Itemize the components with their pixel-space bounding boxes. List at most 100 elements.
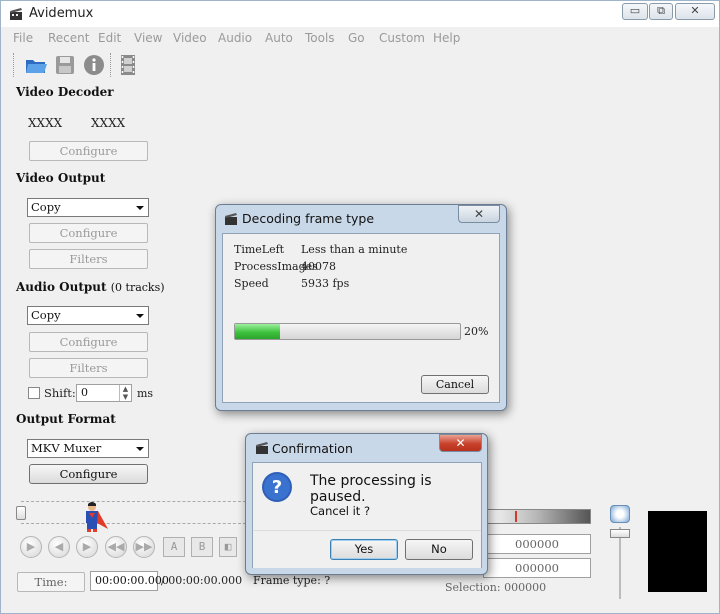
shift-unit: ms bbox=[137, 387, 154, 400]
timeline-slider-handle[interactable] bbox=[16, 506, 26, 520]
marker-a-icon: A bbox=[170, 540, 178, 553]
decoding-dialog: Decoding frame type ✕ TimeLeft Less than… bbox=[215, 204, 507, 411]
output-format-select[interactable]: MKV Muxer bbox=[27, 439, 149, 458]
close-icon: ✕ bbox=[690, 4, 700, 17]
video-configure-button[interactable]: Configure bbox=[29, 223, 148, 243]
timeleft-label: TimeLeft bbox=[234, 243, 285, 256]
rewind-icon: ◀◀ bbox=[107, 540, 125, 553]
menu-view[interactable]: View bbox=[134, 31, 162, 45]
shift-checkbox[interactable] bbox=[28, 387, 40, 399]
question-icon: ? bbox=[262, 472, 292, 502]
shift-spinner[interactable]: ▲ ▼ bbox=[119, 385, 131, 401]
decoding-cancel-button[interactable]: Cancel bbox=[421, 375, 489, 394]
processimages-value: 40078 bbox=[301, 260, 336, 273]
close-icon: ✕ bbox=[455, 436, 466, 450]
menu-custom[interactable]: Custom bbox=[379, 31, 425, 45]
open-folder-icon[interactable] bbox=[24, 53, 48, 77]
menu-auto[interactable]: Auto bbox=[265, 31, 293, 45]
menu-help[interactable]: Help bbox=[433, 31, 460, 45]
marker-a-field[interactable]: 000000 bbox=[483, 534, 591, 554]
play-icon: ▶ bbox=[26, 540, 36, 553]
video-output-selected: Copy bbox=[31, 200, 61, 214]
set-marker-b-button[interactable]: B bbox=[191, 537, 213, 557]
video-filters-button[interactable]: Filters bbox=[29, 249, 148, 269]
confirmation-message: The processing is paused. bbox=[310, 473, 432, 505]
time-button[interactable]: Time: bbox=[17, 572, 85, 592]
speed-value: 5933 fps bbox=[301, 277, 350, 290]
next-icon: ▶ bbox=[82, 540, 92, 553]
duration-label: / 00:00:00.000 bbox=[161, 574, 243, 587]
menu-go[interactable]: Go bbox=[348, 31, 365, 45]
marker-b-icon: B bbox=[198, 540, 206, 553]
selection-label: Selection: 000000 bbox=[445, 581, 547, 594]
menu-video[interactable]: Video bbox=[173, 31, 207, 45]
filmstrip-icon[interactable] bbox=[116, 53, 140, 77]
speaker-icon[interactable] bbox=[610, 505, 630, 523]
menu-recent[interactable]: Recent bbox=[48, 31, 89, 45]
marker-icon: ◧ bbox=[224, 540, 232, 553]
previous-frame-button[interactable]: ◀ bbox=[48, 536, 70, 558]
volume-meter bbox=[481, 509, 591, 524]
yes-button[interactable]: Yes bbox=[330, 539, 398, 560]
audio-tracks-note: (0 tracks) bbox=[110, 281, 165, 294]
decoder-codec-b: XXXX bbox=[91, 116, 126, 130]
volume-meter-indicator bbox=[515, 511, 517, 522]
decoder-configure-button[interactable]: Configure bbox=[29, 141, 148, 161]
confirmation-close-button[interactable]: ✕ bbox=[439, 434, 482, 452]
audio-output-select[interactable]: Copy bbox=[27, 306, 149, 325]
minimize-button[interactable]: ▭ bbox=[622, 3, 648, 20]
title-bar: Avidemux ▭ ⧉ ✕ bbox=[1, 1, 719, 27]
menu-edit[interactable]: Edit bbox=[98, 31, 121, 45]
decoding-dialog-title: Decoding frame type bbox=[242, 211, 375, 226]
decoding-dialog-body: TimeLeft Less than a minute ProcessImage… bbox=[222, 233, 500, 403]
svg-text:?: ? bbox=[272, 477, 282, 498]
next-frame-button[interactable]: ▶ bbox=[76, 536, 98, 558]
minimize-icon: ▭ bbox=[629, 4, 641, 17]
set-marker-a-button[interactable]: A bbox=[163, 537, 185, 557]
no-button[interactable]: No bbox=[405, 539, 473, 560]
output-format-selected: MKV Muxer bbox=[31, 441, 102, 455]
audio-configure-button[interactable]: Configure bbox=[29, 332, 148, 352]
confirmation-question: Cancel it ? bbox=[310, 504, 371, 518]
confirmation-dialog: Confirmation ✕ ? The processing is pause… bbox=[245, 433, 488, 575]
goto-marker-button[interactable]: ◧ bbox=[219, 537, 237, 557]
menu-audio[interactable]: Audio bbox=[218, 31, 252, 45]
chevron-down-icon bbox=[136, 314, 144, 318]
info-icon[interactable] bbox=[82, 53, 106, 77]
toolbar-separator bbox=[110, 53, 112, 77]
menu-file[interactable]: File bbox=[13, 31, 33, 45]
close-button[interactable]: ✕ bbox=[675, 3, 715, 20]
shift-label: Shift: bbox=[44, 386, 76, 400]
frame-type-label: Frame type: ? bbox=[253, 574, 331, 587]
superman-figure-icon bbox=[86, 502, 108, 532]
time-input[interactable]: 00:00:00.000 bbox=[90, 571, 169, 591]
confirmation-title: Confirmation bbox=[272, 441, 353, 456]
audio-output-label: Audio Output bbox=[16, 280, 107, 294]
next-keyframe-button[interactable]: ▶▶ bbox=[133, 536, 155, 558]
toolbar bbox=[2, 49, 718, 81]
decoding-dialog-close-button[interactable]: ✕ bbox=[458, 205, 500, 223]
confirmation-body: ? The processing is paused. Cancel it ? … bbox=[252, 462, 482, 568]
output-configure-button[interactable]: Configure bbox=[29, 464, 148, 484]
previous-icon: ◀ bbox=[54, 540, 64, 553]
marker-b-field[interactable]: 000000 bbox=[483, 558, 591, 578]
previous-keyframe-button[interactable]: ◀◀ bbox=[105, 536, 127, 558]
window-title: Avidemux bbox=[29, 6, 94, 21]
decoding-progress-fill bbox=[235, 324, 280, 339]
volume-slider-handle[interactable] bbox=[610, 529, 630, 538]
timeleft-value: Less than a minute bbox=[301, 243, 408, 256]
preview-thumbnail bbox=[648, 511, 707, 592]
menu-bar: File Recent Edit View Video Audio Auto T… bbox=[2, 28, 718, 48]
maximize-button[interactable]: ⧉ bbox=[649, 3, 673, 20]
chevron-down-icon bbox=[136, 206, 144, 210]
avidemux-dialog-icon bbox=[256, 442, 268, 454]
video-decoder-title: Video Decoder bbox=[16, 85, 114, 99]
video-output-select[interactable]: Copy bbox=[27, 198, 149, 217]
timeline-track-top bbox=[21, 501, 246, 503]
decoding-progress-bar bbox=[234, 323, 461, 340]
save-disk-icon[interactable] bbox=[53, 53, 77, 77]
chevron-down-icon bbox=[136, 447, 144, 451]
audio-filters-button[interactable]: Filters bbox=[29, 358, 148, 378]
play-button[interactable]: ▶ bbox=[20, 536, 42, 558]
menu-tools[interactable]: Tools bbox=[305, 31, 335, 45]
